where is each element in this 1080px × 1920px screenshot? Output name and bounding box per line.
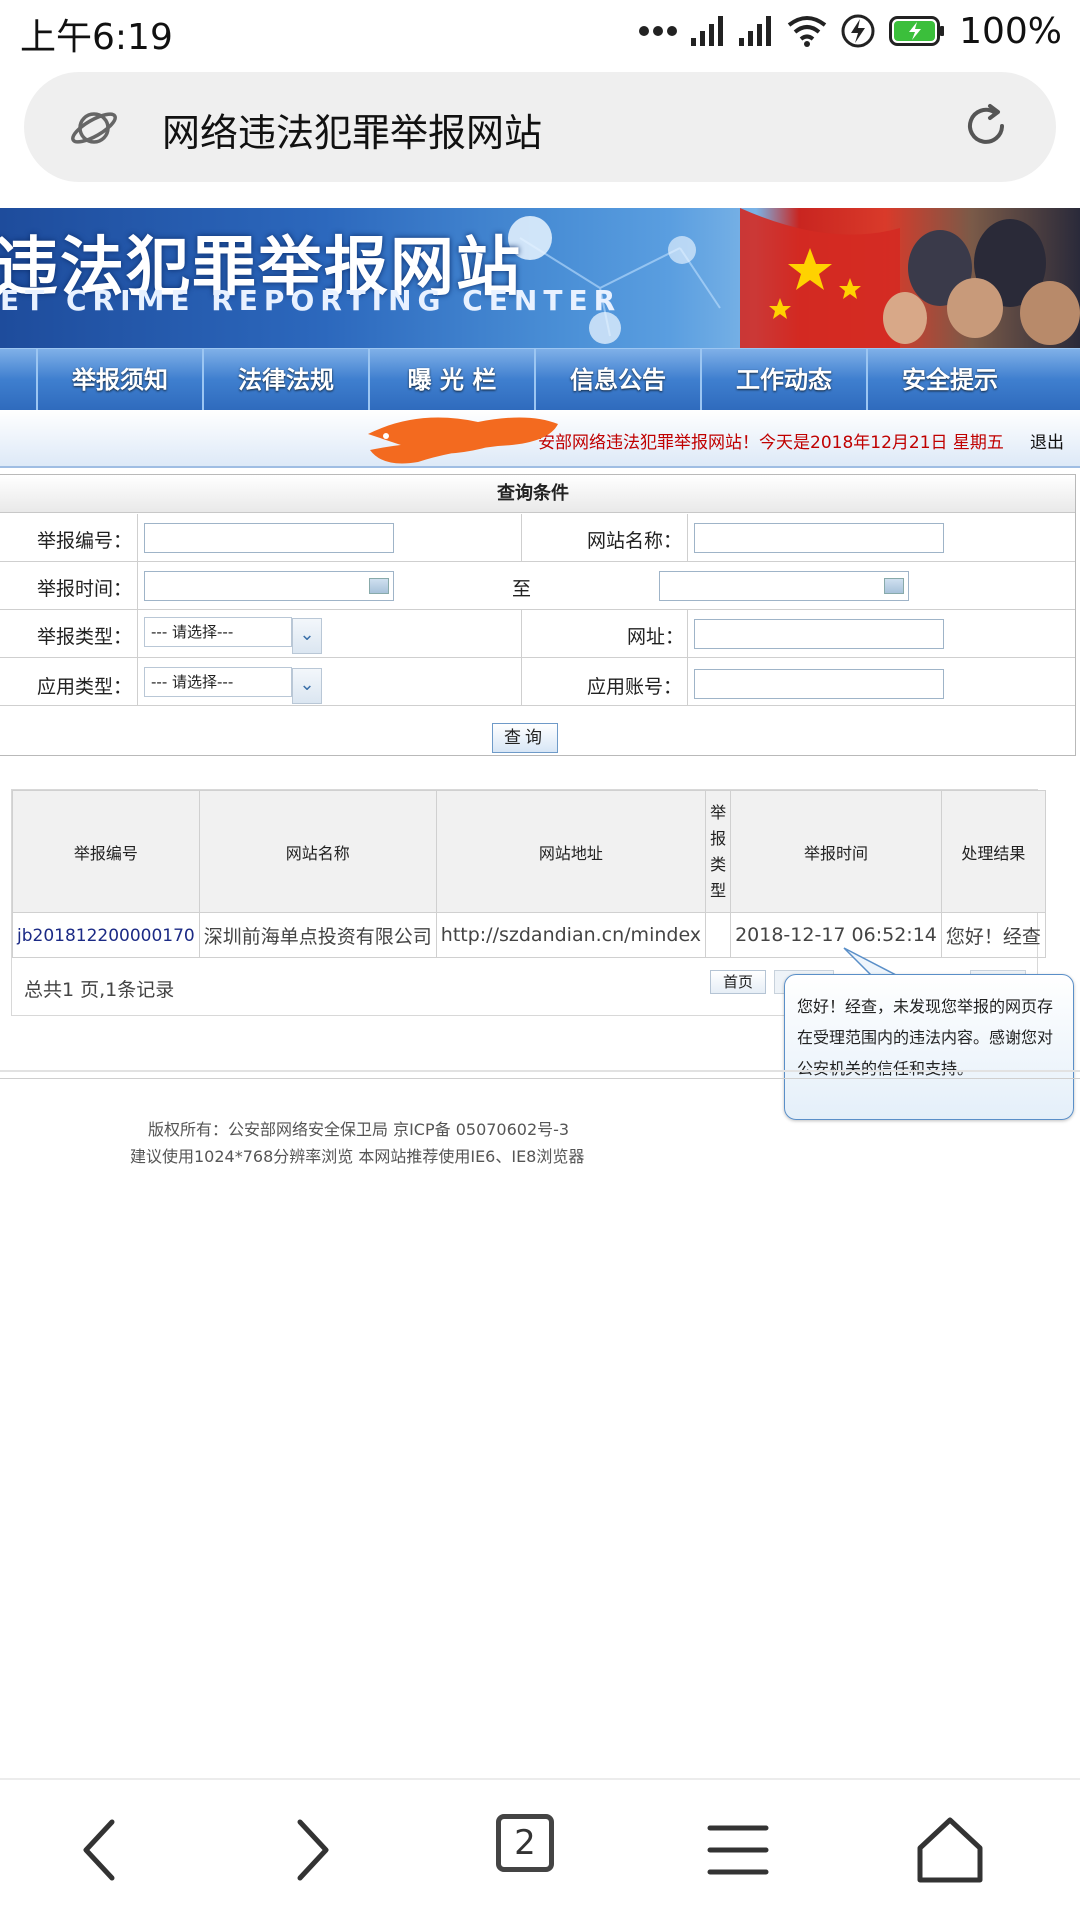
- col-result: 处理结果: [940, 790, 1046, 913]
- col-report-time: 举报时间: [730, 790, 942, 913]
- charging-icon: [841, 14, 875, 48]
- first-page-button[interactable]: 首页: [710, 970, 766, 994]
- refresh-icon[interactable]: [962, 102, 1010, 150]
- col-site-url: 网站地址: [435, 790, 707, 913]
- nav-item-announcement[interactable]: 信息公告: [534, 349, 700, 411]
- cell-result[interactable]: 您好！经查: [940, 912, 1046, 958]
- cell-divider: [137, 562, 138, 610]
- cell-divider: [687, 514, 688, 562]
- col-report-id: 举报编号: [12, 790, 200, 913]
- cell-divider: [687, 658, 688, 706]
- chevron-down-icon[interactable]: ⌄: [292, 668, 322, 704]
- signal-icon: [691, 16, 724, 46]
- banner-subtitle: ET CRIME REPORTING CENTER: [0, 284, 622, 317]
- app-type-select[interactable]: --- 请选择---: [144, 667, 292, 697]
- nav-item-exposure[interactable]: 曝 光 栏: [368, 349, 534, 411]
- nav-item-work-news[interactable]: 工作动态: [700, 349, 866, 411]
- divider: [0, 1070, 1080, 1072]
- address-bar[interactable]: 网络违法犯罪举报网站: [24, 72, 1056, 182]
- calendar-icon[interactable]: [884, 578, 904, 594]
- nav-item-law[interactable]: 法律法规: [202, 349, 368, 411]
- result-tooltip: 您好！经查，未发现您举报的网页存在受理范围内的违法内容。感谢您对公安机关的信任和…: [784, 974, 1074, 1120]
- app-account-label: 应用账号：: [587, 676, 683, 698]
- forward-icon[interactable]: [272, 1810, 352, 1890]
- results-table: 举报编号 网站名称 网站地址 举报类型 举报时间 处理结果 jb20181220…: [12, 790, 1046, 958]
- report-type-label: 举报类型：: [37, 626, 133, 648]
- wifi-icon: [787, 16, 827, 47]
- to-label: 至: [512, 578, 532, 600]
- signal-icon: [739, 16, 772, 46]
- welcome-text: 安部网络违法犯罪举报网站！今天是2018年12月21日 星期五: [538, 433, 1004, 453]
- site-banner: 违法犯罪举报网站 ET CRIME REPORTING CENTER: [0, 208, 1080, 348]
- battery-percent: 100%: [959, 10, 1062, 52]
- browser-bottom-nav: 2: [0, 1778, 1080, 1920]
- cell-divider: [521, 658, 522, 706]
- query-row-type: 举报类型： --- 请选择--- ⌄ 网址：: [0, 610, 1075, 658]
- report-time-start-input[interactable]: [144, 571, 394, 601]
- site-name-input[interactable]: [694, 523, 944, 553]
- cell-site-name: 深圳前海单点投资有限公司: [198, 912, 437, 958]
- nav-item-notice[interactable]: 举报须知: [36, 349, 202, 411]
- redaction-scribble: [368, 417, 558, 464]
- status-bar: 上午6:19 100%: [0, 0, 1080, 62]
- cell-report-id[interactable]: jb201812200000170: [12, 912, 200, 958]
- query-row-app: 应用类型： --- 请选择--- ⌄ 应用账号：: [0, 658, 1075, 706]
- site-nav: 举报须知 法律法规 曝 光 栏 信息公告 工作动态 安全提示: [0, 348, 1080, 411]
- report-type-select[interactable]: --- 请选择---: [144, 617, 292, 647]
- query-form-header: 查询条件: [0, 475, 1075, 513]
- status-icons: 100%: [639, 8, 1062, 54]
- query-row-id: 举报编号： 网站名称：: [0, 514, 1075, 562]
- nav-item-safety-tips[interactable]: 安全提示: [866, 349, 1032, 411]
- url-label: 网址：: [627, 626, 685, 648]
- footer-browser-note: 建议使用1024*768分辨率浏览 本网站推荐使用IE6、IE8浏览器: [130, 1147, 585, 1166]
- back-icon[interactable]: [60, 1810, 140, 1890]
- app-type-label: 应用类型：: [37, 676, 133, 698]
- cell-site-url: http://szdandian.cn/mindex: [435, 912, 707, 958]
- cell-report-type: [705, 912, 732, 958]
- cell-divider: [687, 610, 688, 658]
- col-site-name: 网站名称: [198, 790, 437, 913]
- site-name-label: 网站名称：: [587, 530, 683, 552]
- nav-item-partial[interactable]: [0, 349, 36, 411]
- cell-divider: [137, 610, 138, 658]
- planet-icon: [71, 112, 117, 144]
- status-time: 上午6:19: [20, 17, 173, 58]
- tabs-icon[interactable]: 2: [496, 1814, 554, 1872]
- home-icon[interactable]: [910, 1810, 990, 1890]
- battery-icon: [889, 16, 945, 46]
- query-row-time: 举报时间： 至: [0, 562, 1075, 610]
- results-summary: 总共1 页,1条记录: [24, 979, 175, 1001]
- cell-divider: [521, 514, 522, 562]
- cell-divider: [521, 610, 522, 658]
- col-report-type: 举报类型: [705, 790, 732, 913]
- query-form: 查询条件 举报编号： 网站名称： 举报时间： 至 举报类型： --- 请选择--…: [0, 474, 1076, 756]
- menu-icon[interactable]: [698, 1810, 778, 1890]
- report-time-end-input[interactable]: [659, 571, 909, 601]
- chevron-down-icon[interactable]: ⌄: [292, 618, 322, 654]
- report-id-label: 举报编号：: [37, 530, 133, 552]
- report-time-label: 举报时间：: [37, 578, 133, 600]
- address-bar-title[interactable]: 网络违法犯罪举报网站: [162, 102, 542, 157]
- cell-divider: [137, 514, 138, 562]
- url-input[interactable]: [694, 619, 944, 649]
- calendar-icon[interactable]: [369, 578, 389, 594]
- table-header-row: 举报编号 网站名称 网站地址 举报类型 举报时间 处理结果: [12, 790, 1046, 913]
- app-account-input[interactable]: [694, 669, 944, 699]
- web-page: 违法犯罪举报网站 ET CRIME REPORTING CENTER 举报须知 …: [0, 208, 1080, 1778]
- cell-report-time: 2018-12-17 06:52:14: [730, 912, 942, 958]
- report-id-link[interactable]: jb201812200000170: [17, 926, 195, 946]
- logout-link[interactable]: 退出: [1030, 428, 1064, 453]
- report-id-input[interactable]: [144, 523, 394, 553]
- divider: [0, 1078, 1080, 1079]
- query-button[interactable]: 查询: [492, 723, 558, 753]
- footer-copyright: 版权所有：公安部网络安全保卫局 京ICP备 05070602号-3: [148, 1120, 570, 1139]
- phone-screen: 上午6:19 100% 网络违法犯罪举报网站 违法犯罪举报网站 ET CRIME…: [0, 0, 1080, 1920]
- more-dots-icon: [639, 26, 678, 36]
- cell-divider: [137, 658, 138, 706]
